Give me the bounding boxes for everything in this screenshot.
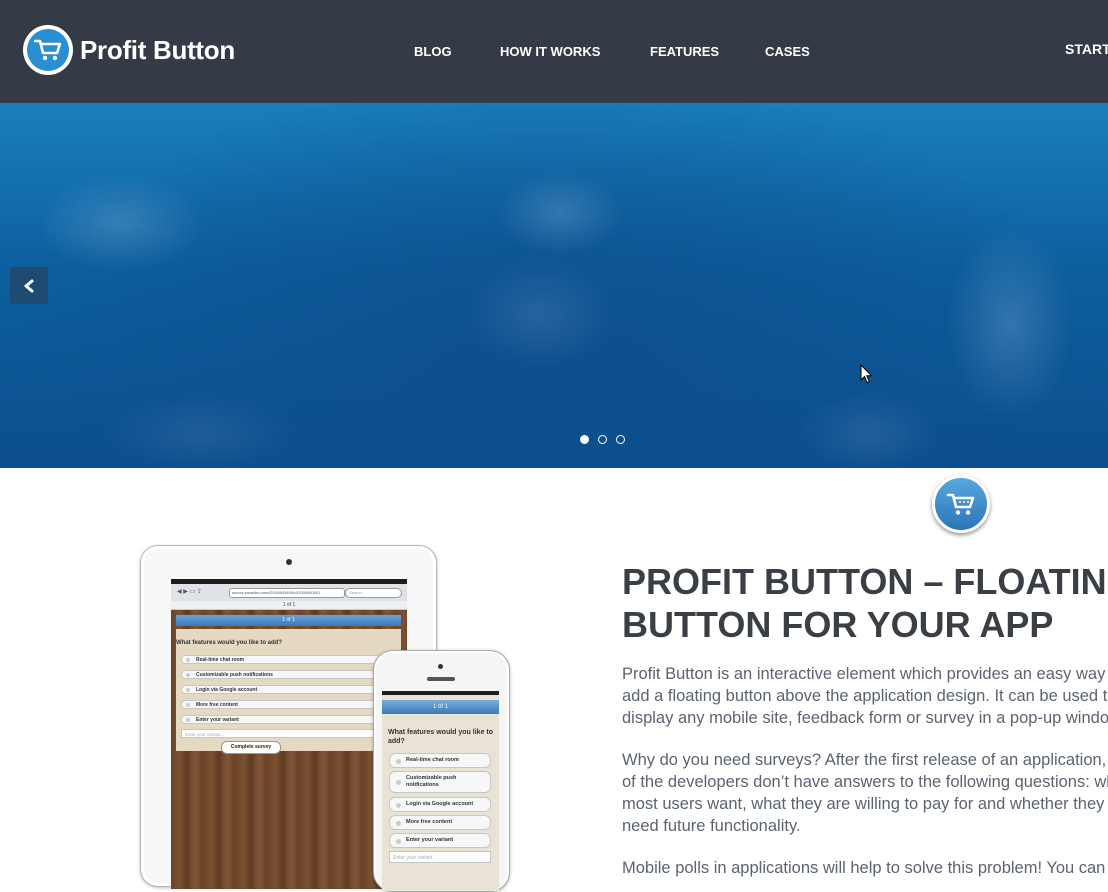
iphone-screen: 1 of 1 What features would you like to a… bbox=[382, 691, 499, 891]
text-line: display any mobile site, feedback form o… bbox=[622, 709, 1108, 727]
text-line: of the developers don’t have answers to … bbox=[622, 773, 1108, 791]
text-line: most users want, what they are willing t… bbox=[622, 795, 1105, 813]
nav-start[interactable]: START bbox=[1065, 41, 1108, 57]
status-bar bbox=[382, 691, 499, 695]
survey-option: More free content bbox=[389, 815, 491, 830]
slider-dot-3[interactable] bbox=[616, 435, 625, 444]
text-line: Profit Button is an interactive element … bbox=[622, 665, 1108, 683]
cart-icon bbox=[946, 493, 975, 515]
iphone-mockup: 1 of 1 What features would you like to a… bbox=[373, 650, 510, 892]
page-indicator: 1 of 1 bbox=[171, 601, 407, 610]
survey-question: What features would you like to add? bbox=[388, 729, 494, 745]
iphone-camera bbox=[438, 664, 443, 669]
survey-question: What features would you like to add? bbox=[176, 640, 283, 646]
status-bar bbox=[171, 579, 407, 584]
nav-features[interactable]: FEATURES bbox=[650, 44, 719, 59]
floating-cart-button[interactable] bbox=[932, 475, 990, 533]
survey-variant-input: Enter your variant... bbox=[181, 729, 381, 738]
polls-paragraph: Mobile polls in applications will help t… bbox=[622, 857, 1108, 879]
text-line: add a floating button above the applicat… bbox=[622, 687, 1108, 705]
survey-option: Customizable push notifications bbox=[389, 771, 491, 793]
slider-dot-1[interactable] bbox=[580, 435, 589, 444]
survey-option: Real-time chat room bbox=[181, 655, 381, 664]
browser-url: survey.pozadim.com/f224984345f0c02000000… bbox=[229, 588, 345, 598]
survey-variant-input: Enter your variant bbox=[389, 851, 491, 863]
slider-dots bbox=[580, 435, 625, 444]
nav-cases[interactable]: CASES bbox=[765, 44, 810, 59]
intro-paragraph: Profit Button is an interactive element … bbox=[622, 663, 1108, 729]
page-title-line-2: BUTTON FOR YOUR APP bbox=[622, 604, 1054, 645]
page-title: PROFIT BUTTON – FLOATING BUTTON FOR YOUR… bbox=[622, 560, 1108, 646]
browser-nav-icons: ◀ ▶ ▭ ⇪ bbox=[177, 589, 202, 595]
survey-option: Real-time chat room bbox=[389, 753, 491, 768]
survey-option: Login via Google account bbox=[181, 685, 381, 694]
survey-option: More free content bbox=[181, 700, 381, 709]
text-line: need future functionality. bbox=[622, 817, 801, 835]
hero-slider bbox=[0, 103, 1108, 468]
survey-option: Enter your variant bbox=[389, 833, 491, 848]
ipad-camera bbox=[286, 559, 292, 565]
mouse-cursor-icon bbox=[860, 364, 872, 384]
browser-toolbar: ◀ ▶ ▭ ⇪ survey.pozadim.com/f224984345f0c… bbox=[171, 579, 407, 602]
survey-progress: 1 of 1 bbox=[382, 700, 499, 714]
text-line: Mobile polls in applications will help t… bbox=[622, 859, 1106, 877]
slider-prev-button[interactable] bbox=[10, 267, 48, 304]
complete-survey-button: Complete survey bbox=[221, 741, 281, 754]
page-title-line-1: PROFIT BUTTON – FLOATING bbox=[622, 561, 1108, 602]
main-nav: BLOG HOW IT WORKS FEATURES CASES START bbox=[0, 41, 1108, 64]
nav-how-it-works[interactable]: HOW IT WORKS bbox=[500, 44, 600, 59]
survey-option: Customizable push notifications bbox=[181, 670, 381, 679]
slider-dot-2[interactable] bbox=[598, 435, 607, 444]
nav-blog[interactable]: BLOG bbox=[414, 44, 452, 59]
survey-progress: 1 of 1 bbox=[176, 615, 401, 626]
text-line: Why do you need surveys? After the first… bbox=[622, 751, 1108, 769]
iphone-speaker bbox=[427, 677, 455, 681]
survey-option: Enter your variant bbox=[181, 715, 381, 724]
site-header: Profit Button BLOG HOW IT WORKS FEATURES… bbox=[0, 0, 1108, 103]
surveys-paragraph: Why do you need surveys? After the first… bbox=[622, 749, 1108, 837]
browser-search: Search bbox=[345, 588, 402, 598]
ipad-screen: ◀ ▶ ▭ ⇪ survey.pozadim.com/f224984345f0c… bbox=[171, 579, 407, 889]
chevron-left-icon bbox=[24, 279, 34, 292]
survey-option: Login via Google account bbox=[389, 797, 491, 812]
